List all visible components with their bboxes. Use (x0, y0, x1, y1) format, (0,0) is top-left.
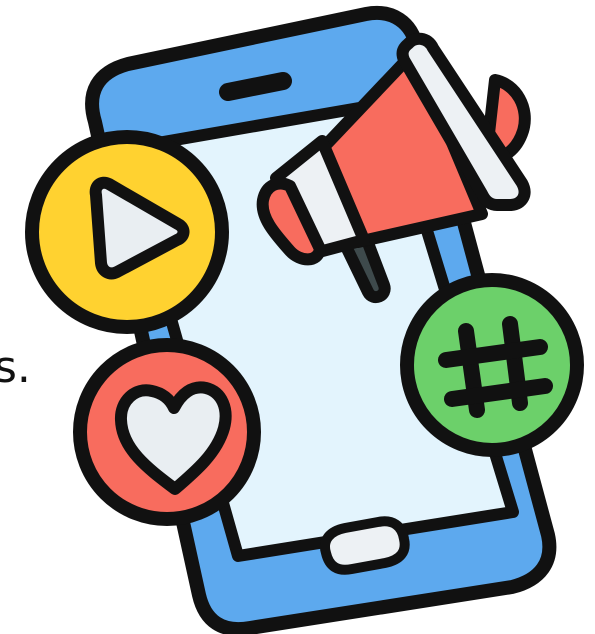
cropped-caption-text: s. (0, 342, 31, 393)
phone-speaker (219, 72, 292, 101)
hashtag-badge-circle (400, 273, 584, 457)
hashtag-badge (400, 273, 584, 457)
illustration-canvas (0, 0, 595, 634)
social-media-illustration (25, 5, 584, 634)
play-badge (25, 130, 229, 334)
phone-home-button (320, 516, 410, 575)
heart-badge (73, 338, 261, 526)
